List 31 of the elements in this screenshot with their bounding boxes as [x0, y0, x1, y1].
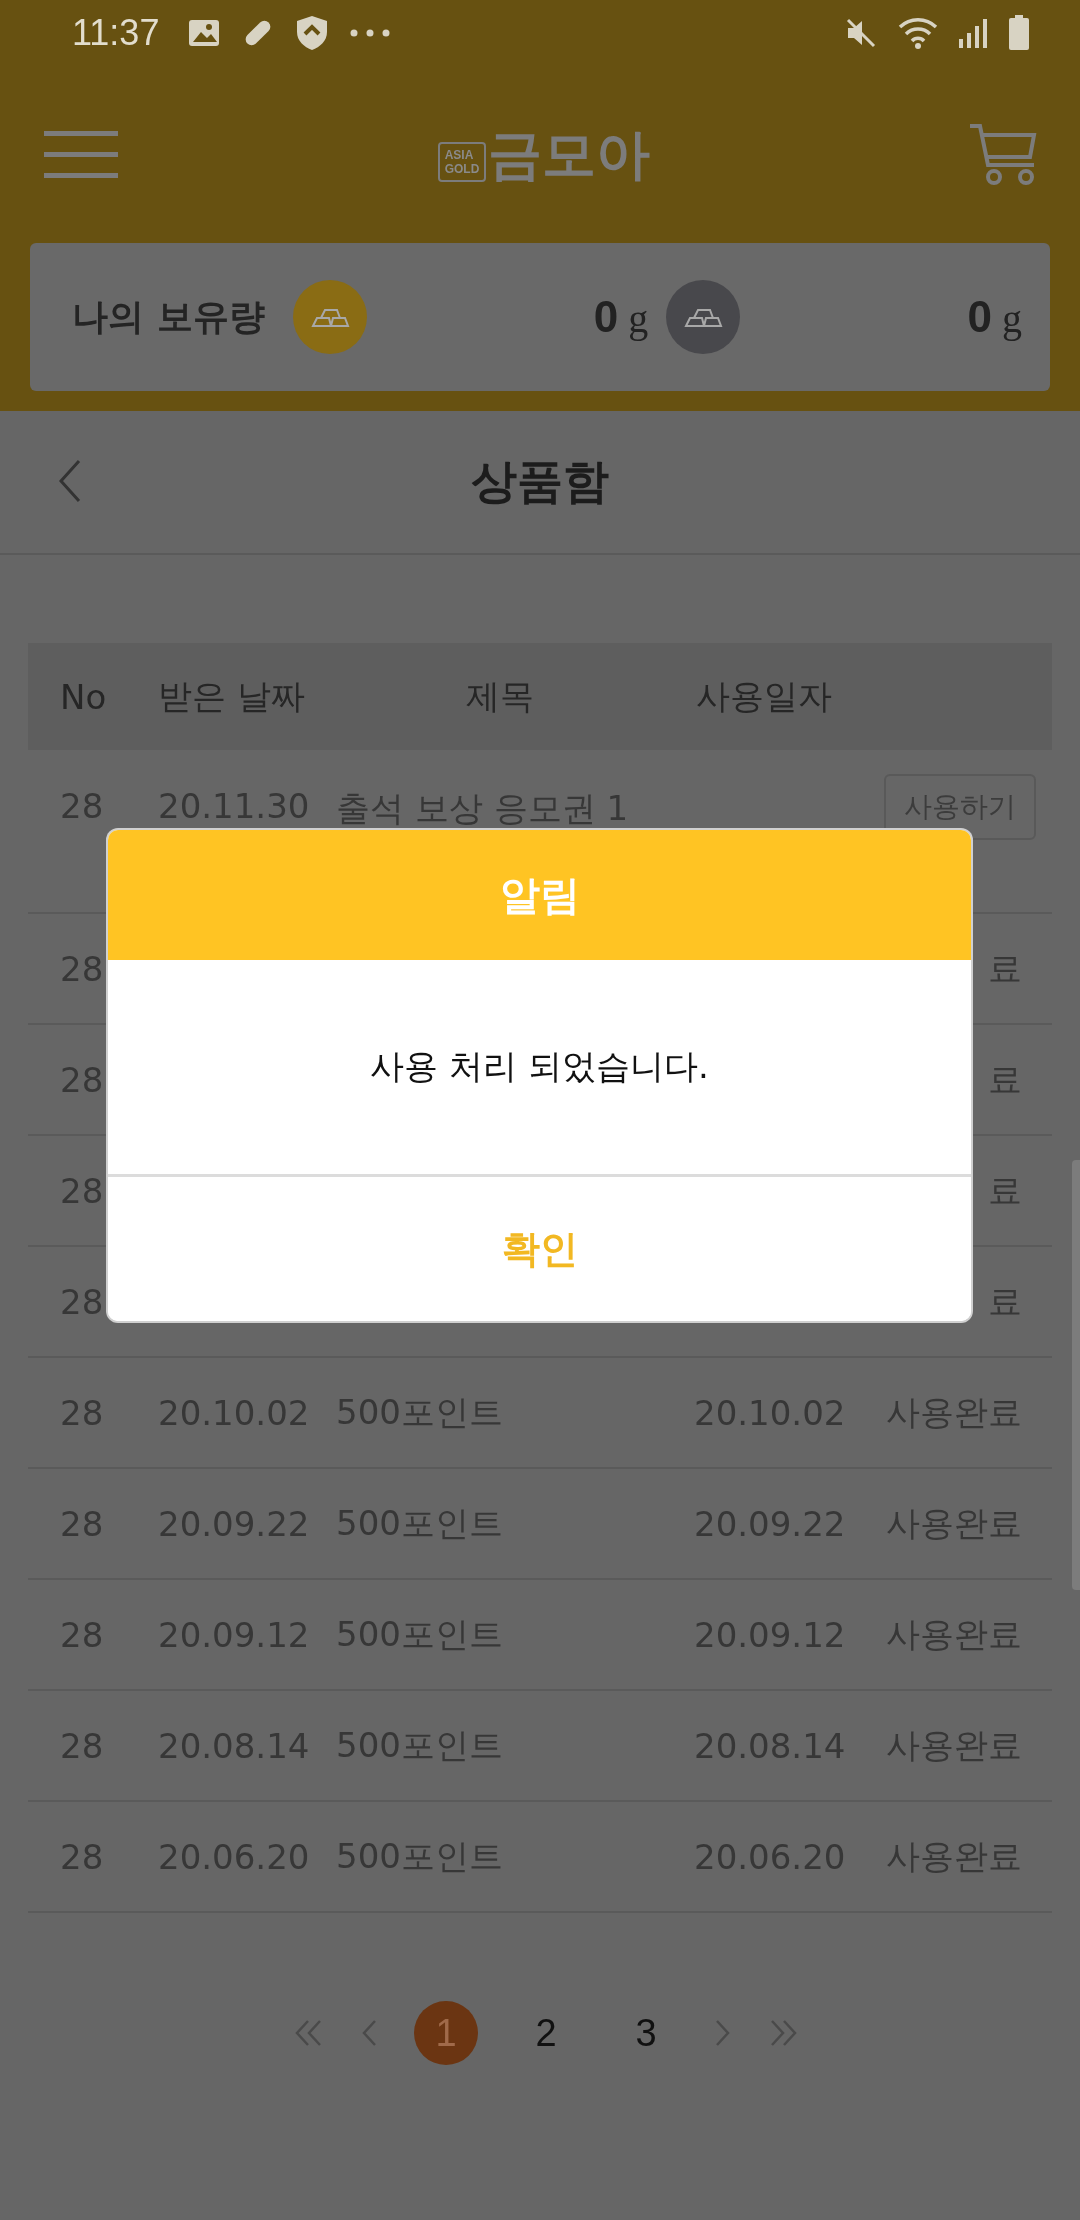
amount-text: 0 g [592, 292, 649, 342]
ingot-badge-icon [666, 280, 741, 354]
wifi-icon [898, 16, 938, 50]
column-header: 사용일자 [695, 674, 833, 718]
logo-text: 금모아 [488, 127, 651, 182]
dialog-message: 사용 처리 되었습니다. [370, 1045, 709, 1088]
page-title: 상품함 [471, 453, 609, 510]
battery-icon [1008, 15, 1030, 51]
column-header: 제목 [465, 674, 535, 718]
page-number[interactable]: 1 [414, 2001, 478, 2065]
amount-text: 0 g [966, 292, 1022, 342]
logo-badge: ASIA GOLD [437, 141, 487, 182]
column-header: No [59, 676, 108, 717]
next-page-icon[interactable] [714, 2018, 732, 2048]
ingot-coin-icon [292, 280, 367, 354]
clock-time: 11:37 [72, 12, 160, 54]
image-icon [187, 18, 222, 48]
page-number[interactable]: 2 [514, 2001, 578, 2065]
shield-icon [295, 14, 330, 52]
back-icon[interactable] [58, 459, 82, 503]
dialog-title: 알림 [499, 870, 580, 920]
holdings-label: 나의 보유량 [72, 294, 265, 339]
last-page-icon[interactable] [768, 2018, 798, 2048]
more-icon [349, 28, 392, 38]
first-page-icon[interactable] [294, 2018, 324, 2048]
page-number[interactable]: 3 [614, 2001, 678, 2065]
previous-page-icon[interactable] [360, 2018, 378, 2048]
signal-icon [958, 17, 988, 49]
cart-icon[interactable] [968, 122, 1038, 187]
column-header: 받은 날짜 [158, 674, 306, 718]
mute-icon [844, 16, 878, 50]
